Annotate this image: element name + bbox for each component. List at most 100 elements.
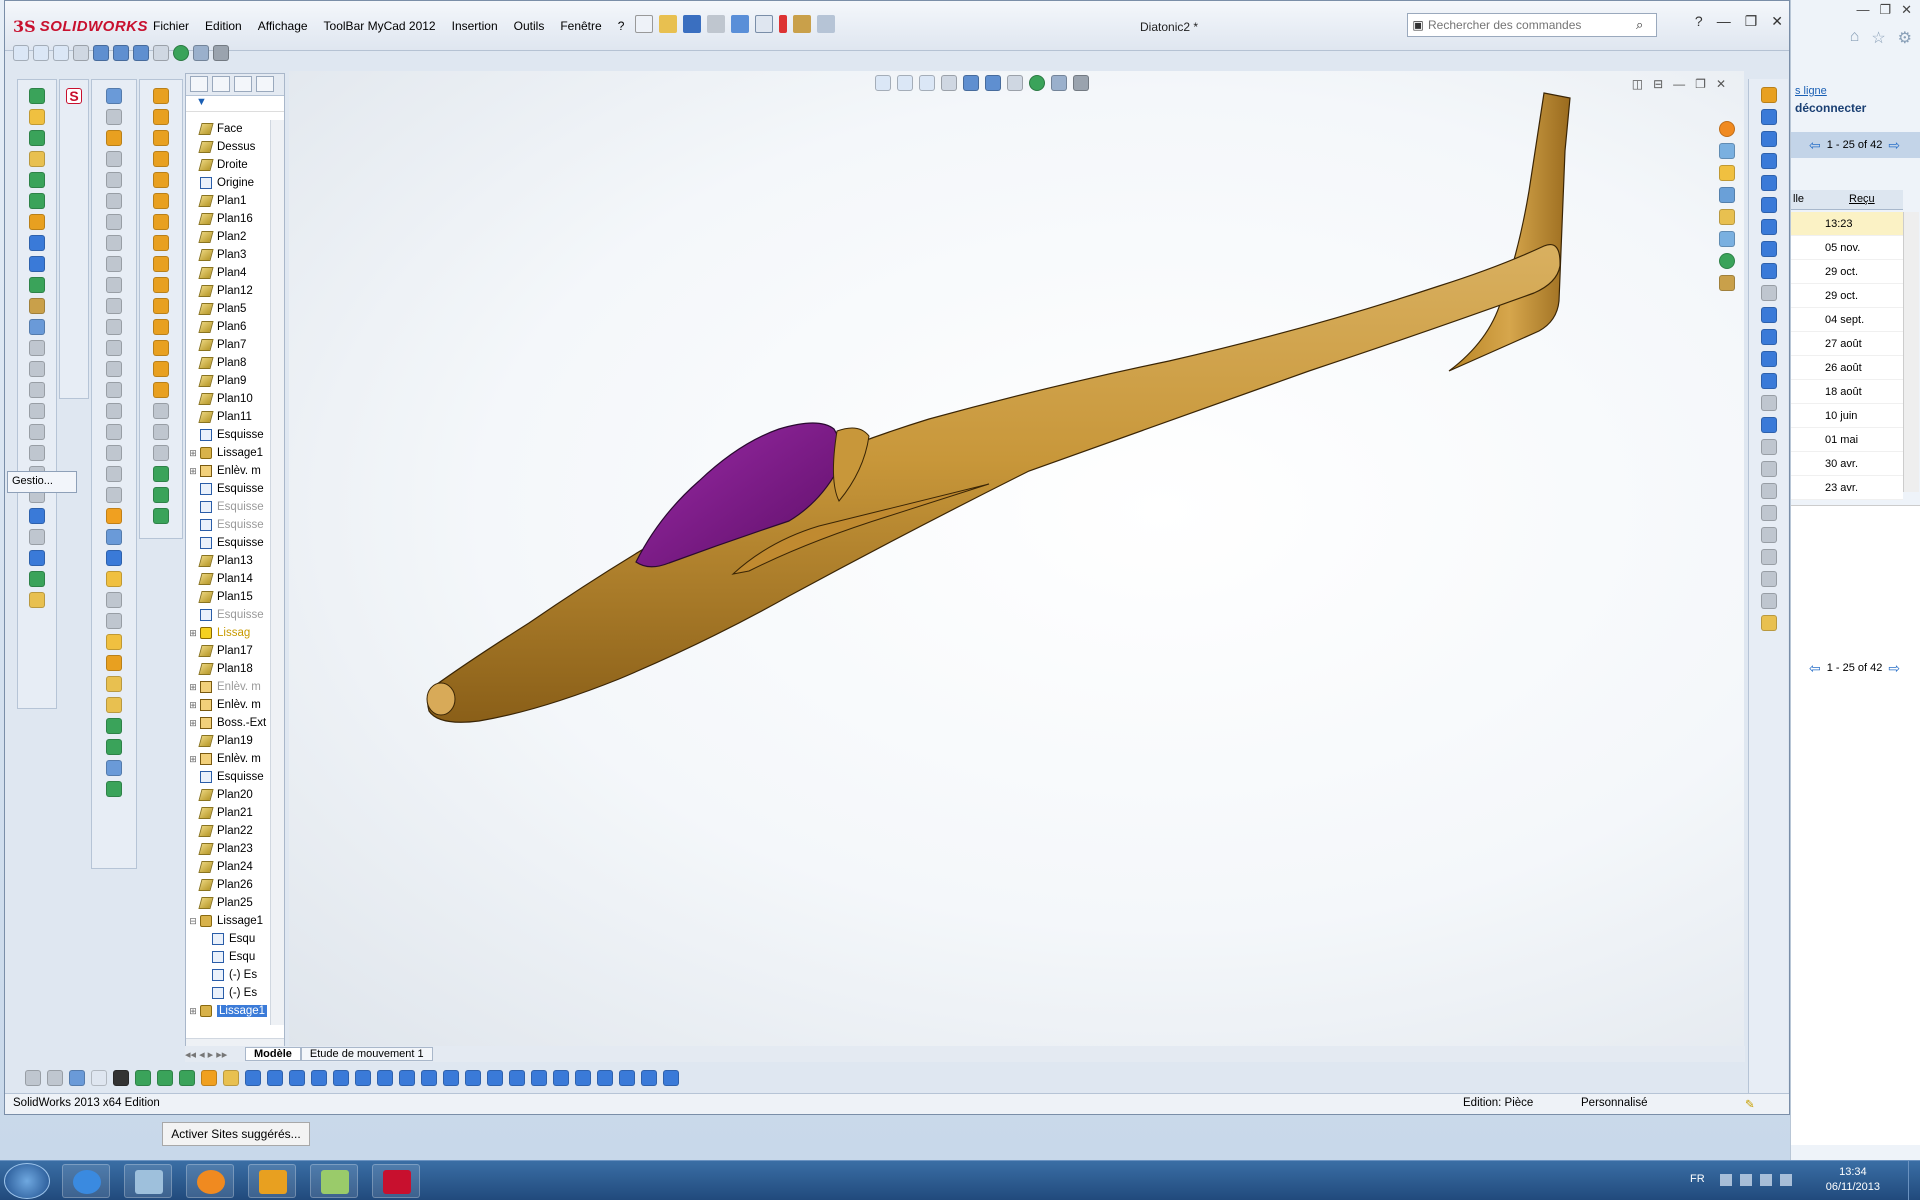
toolbar-tool-icon[interactable] [153, 445, 169, 461]
tree-node[interactable]: ⊞ Enlèv. m [186, 696, 271, 714]
toolbar-tool-icon[interactable] [531, 1070, 547, 1086]
toolbar-tool-icon[interactable] [1760, 571, 1777, 587]
toolbar-tool-icon[interactable] [179, 1070, 195, 1086]
disconnect-link[interactable]: déconnecter [1795, 101, 1866, 115]
toolbar-tool-icon[interactable] [663, 1070, 679, 1086]
taskbar-internet-explorer[interactable] [62, 1164, 110, 1198]
search-icon[interactable]: ⌕ [1636, 17, 1656, 33]
mail-row[interactable]: 29 oct. [1791, 284, 1903, 308]
toolbar-tool-icon[interactable] [106, 781, 122, 797]
expand-toggle-icon[interactable]: ⊟ [186, 916, 200, 927]
toolbar-tool-icon[interactable] [575, 1070, 591, 1086]
toolbar-tool-icon[interactable] [289, 1070, 305, 1086]
tree-node[interactable]: (-) Es [186, 966, 271, 984]
menu-toolbar-mycad[interactable]: ToolBar MyCad 2012 [316, 15, 444, 37]
taskbar-app[interactable] [310, 1164, 358, 1198]
toolbar-tool-icon[interactable] [29, 256, 45, 272]
taskbar-outlook[interactable] [248, 1164, 296, 1198]
toolbar-tool-icon[interactable] [619, 1070, 635, 1086]
toolbar-tool-icon[interactable] [153, 109, 169, 125]
toolbar-tool-icon[interactable] [106, 193, 122, 209]
mail-row[interactable]: 05 nov. [1791, 236, 1903, 260]
toolbar-tool-icon[interactable] [553, 1070, 569, 1086]
next-arrow-icon[interactable]: ⇨ [1888, 137, 1900, 154]
toolbar-tool-icon[interactable] [106, 277, 122, 293]
tree-node[interactable]: Plan13 [186, 552, 271, 570]
toolbar-tool-icon[interactable] [106, 466, 122, 482]
mail-row[interactable]: 30 avr. [1791, 452, 1903, 476]
toolbar-tool-icon[interactable] [106, 361, 122, 377]
toolbar-tool-icon[interactable] [1760, 285, 1777, 301]
toolbar-tool-icon[interactable] [1760, 461, 1777, 477]
toolbar-tool-icon[interactable] [29, 172, 45, 188]
toolbar-tool-icon[interactable] [267, 1070, 283, 1086]
glider-model[interactable] [289, 71, 1744, 1046]
toolbar-tool-icon[interactable] [153, 277, 169, 293]
mail-row[interactable]: 29 oct. [1791, 260, 1903, 284]
select-cursor-icon[interactable] [755, 15, 773, 33]
menu-fichier[interactable]: Fichier [145, 15, 197, 37]
tree-node[interactable]: Esquisse [186, 480, 271, 498]
menu-fenetre[interactable]: Fenêtre [552, 15, 609, 37]
taskbar-solidworks[interactable] [372, 1164, 420, 1198]
toolbar-tool-icon[interactable] [29, 403, 45, 419]
toolbar-tool-icon[interactable] [106, 718, 122, 734]
view-palette-icon[interactable] [1719, 231, 1735, 247]
toolbar-tool-icon[interactable] [1760, 241, 1777, 257]
online-link[interactable]: s ligne [1795, 85, 1827, 97]
toolbar-tool-icon[interactable] [113, 1070, 129, 1086]
toolbar-tool-icon[interactable] [399, 1070, 415, 1086]
column-received-label[interactable]: Reçu [1849, 193, 1875, 205]
toolbar-tool-icon[interactable] [153, 172, 169, 188]
toolbar-tool-icon[interactable] [106, 550, 122, 566]
toolbar-tool-icon[interactable] [1760, 219, 1777, 235]
tree-node[interactable]: Esquisse [186, 516, 271, 534]
toolbar-tool-icon[interactable] [29, 382, 45, 398]
toolbar-tool-icon[interactable] [153, 466, 169, 482]
expand-toggle-icon[interactable]: ⊞ [186, 466, 200, 477]
mail-row[interactable]: 04 sept. [1791, 308, 1903, 332]
toolbar-tool-icon[interactable] [509, 1070, 525, 1086]
tree-node[interactable]: Face [186, 120, 271, 138]
toolbar-tool-icon[interactable] [106, 760, 122, 776]
toolbar-tool-icon[interactable] [1760, 527, 1777, 543]
tree-node[interactable]: Plan21 [186, 804, 271, 822]
column-partial-label[interactable]: lle [1793, 193, 1804, 205]
toolbar-tool-icon[interactable] [29, 571, 45, 587]
toolbar-tool-icon[interactable] [487, 1070, 503, 1086]
mail-row[interactable]: 10 juin [1791, 404, 1903, 428]
tree-node[interactable]: ⊞ Lissage1 [186, 444, 271, 462]
tree-node[interactable]: Esquisse [186, 534, 271, 552]
open-folder-icon[interactable] [659, 15, 677, 33]
expand-toggle-icon[interactable]: ⊞ [186, 628, 200, 639]
toolbar-tool-icon[interactable] [153, 214, 169, 230]
expand-toggle-icon[interactable]: ⊞ [186, 448, 200, 459]
toolbar-tool-icon[interactable] [1760, 153, 1777, 169]
toolbar-tool-icon[interactable] [153, 319, 169, 335]
toolbar-tool-icon[interactable] [153, 487, 169, 503]
custom-properties-icon[interactable] [1719, 275, 1735, 291]
new-document-icon[interactable] [635, 15, 653, 33]
expand-toggle-icon[interactable]: ⊞ [186, 682, 200, 693]
tree-node[interactable]: ⊞ Enlèv. m [186, 462, 271, 480]
toolbar-tool-icon[interactable] [443, 1070, 459, 1086]
toolbar-tool-icon[interactable] [106, 340, 122, 356]
toolbar-tool-icon[interactable] [106, 508, 122, 524]
options-icon[interactable] [817, 15, 835, 33]
design-library-icon[interactable] [1719, 143, 1735, 159]
toolbar-tool-icon[interactable] [106, 613, 122, 629]
toolbar-tool-icon[interactable] [29, 193, 45, 209]
toolbar-tool-icon[interactable] [201, 1070, 217, 1086]
toolbar-tool-icon[interactable] [106, 109, 122, 125]
toolbar-tool-icon[interactable] [465, 1070, 481, 1086]
toolbar-tool-icon[interactable] [1760, 263, 1777, 279]
rebuild-icon[interactable] [779, 15, 787, 33]
toolbar-tool-icon[interactable] [311, 1070, 327, 1086]
toolbar-tool-icon[interactable] [106, 130, 122, 146]
toolbar-tool-icon[interactable] [106, 235, 122, 251]
tree-node[interactable]: Plan8 [186, 354, 271, 372]
toolbar-tool-icon[interactable] [29, 277, 45, 293]
toolbar-tool-icon[interactable] [106, 676, 122, 692]
tree-scroll-left-arrow[interactable] [256, 76, 274, 92]
toolbar-tool-icon[interactable] [153, 193, 169, 209]
